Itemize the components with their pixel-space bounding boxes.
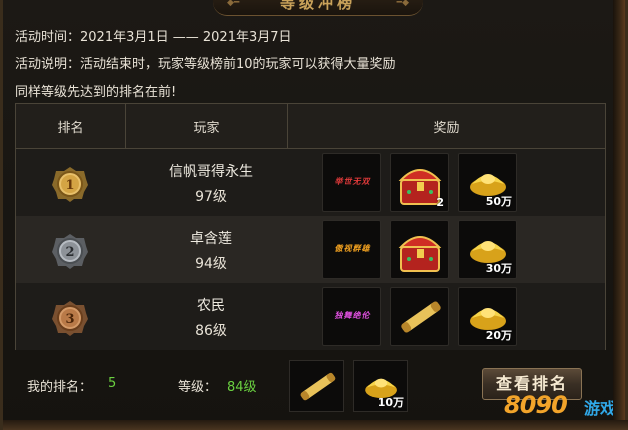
event-description: 活动说明：活动结束时，玩家等级榜前10的玩家可以获得大量奖励 xyxy=(15,57,396,72)
medal-rank-3: 3 xyxy=(65,312,74,327)
watermark-text: 游戏 xyxy=(584,399,617,418)
reward-slot[interactable] xyxy=(390,287,449,346)
reward-slot[interactable]: 20万 xyxy=(458,287,517,346)
table-row: 2 卓含莲 94级 傲视群雄 30万 xyxy=(16,216,605,283)
event-window: ◆━ 等级冲榜 ━◆ 活动时间：2021年3月1日 —— 2021年3月7日 活… xyxy=(0,0,628,430)
gold-medal-icon: 1 xyxy=(52,167,88,202)
reward-slot[interactable]: 30万 xyxy=(458,220,517,279)
reward-slot[interactable]: 举世无双 xyxy=(322,153,381,212)
reward-quantity: 10万 xyxy=(377,396,404,409)
left-ornament-icon: ◆━ xyxy=(227,0,240,8)
table-row: 1 信帆哥得永生 97级 举世无双 2 50万 xyxy=(16,149,605,216)
player-level: 94级 xyxy=(195,256,227,272)
header-player: 玩家 xyxy=(126,104,288,149)
my-rank-label: 我的排名： xyxy=(27,380,93,395)
event-time: 活动时间：2021年3月1日 —— 2021年3月7日 xyxy=(15,30,292,45)
reward-quantity: 30万 xyxy=(485,262,512,275)
table-row: 3 农民 86级 独舞绝伦 20万 xyxy=(16,283,605,350)
page-title: 等级冲榜 xyxy=(279,0,356,12)
reward-slot[interactable]: 2 xyxy=(390,153,449,212)
reward-slot[interactable] xyxy=(390,220,449,279)
silver-medal-icon: 2 xyxy=(52,234,88,269)
medal-rank-1: 1 xyxy=(65,178,74,193)
my-rank-value: 5 xyxy=(108,376,117,391)
header-reward: 奖励 xyxy=(433,121,460,136)
player-name: 农民 xyxy=(197,298,225,314)
table-header: 排名 玩家 奖励 xyxy=(16,104,605,149)
reward-quantity: 50万 xyxy=(485,195,512,208)
my-level-value: 84级 xyxy=(227,380,257,395)
reward-slot[interactable]: 傲视群雄 xyxy=(322,220,381,279)
event-note: 同样等级先达到的排名在前! xyxy=(15,85,177,100)
title-banner: ◆━ 等级冲榜 ━◆ xyxy=(213,0,423,16)
header-rank: 排名 xyxy=(16,104,126,149)
my-level-label: 等级： xyxy=(178,380,218,395)
ranking-table: 排名 玩家 奖励 1 信帆哥得永生 97级 举世无双 2 50万 2 卓含莲 9… xyxy=(15,103,606,350)
scroll-icon xyxy=(401,301,441,333)
scroll-icon xyxy=(300,372,336,401)
my-reward-slot[interactable] xyxy=(289,360,344,412)
watermark-logo: 8090 xyxy=(504,391,568,419)
treasure-chest-icon xyxy=(398,236,442,272)
player-level: 97级 xyxy=(195,189,227,205)
frame-bottom-edge xyxy=(3,420,628,430)
player-name: 卓含莲 xyxy=(190,231,232,247)
right-ornament-icon: ━◆ xyxy=(396,0,409,8)
title-badge-icon: 独舞绝伦 xyxy=(334,310,371,320)
player-name: 信帆哥得永生 xyxy=(169,164,253,180)
title-badge-icon: 举世无双 xyxy=(334,176,371,186)
my-reward-slot[interactable]: 10万 xyxy=(353,360,408,412)
bronze-medal-icon: 3 xyxy=(52,301,88,336)
player-level: 86级 xyxy=(195,323,227,339)
reward-quantity: 20万 xyxy=(485,329,512,342)
medal-rank-2: 2 xyxy=(65,245,74,260)
reward-slot[interactable]: 50万 xyxy=(458,153,517,212)
reward-slot[interactable]: 独舞绝伦 xyxy=(322,287,381,346)
reward-quantity: 2 xyxy=(436,196,444,209)
title-badge-icon: 傲视群雄 xyxy=(334,243,371,253)
frame-right-edge xyxy=(613,0,625,430)
